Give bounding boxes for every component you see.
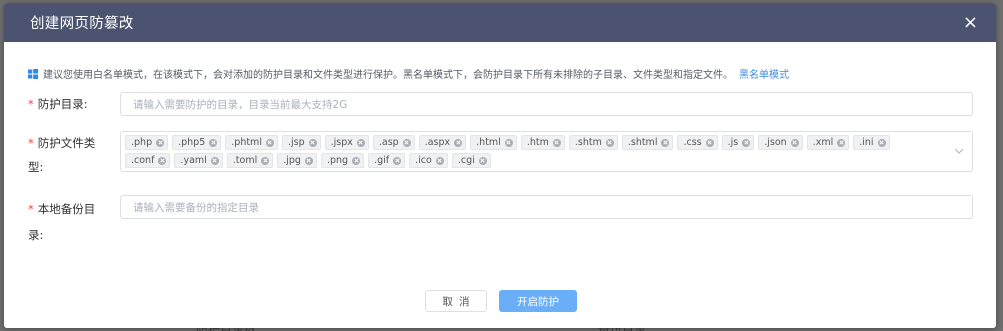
remove-tag-icon[interactable]: [265, 138, 274, 147]
mode-notice: 建议您使用白名单模式，在该模式下，会对添加的防护目录和文件类型进行保护。黑名单模…: [28, 66, 789, 81]
file-type-tag-label: .html: [476, 137, 501, 148]
file-type-tag: .php5: [172, 135, 222, 150]
remove-tag-icon[interactable]: [552, 138, 561, 147]
remove-tag-icon[interactable]: [209, 138, 218, 147]
file-type-tag: .cgi: [451, 153, 491, 168]
file-type-tag-label: .asp: [378, 137, 399, 148]
remove-tag-icon[interactable]: [393, 156, 402, 165]
file-type-tag-label: .toml: [232, 155, 258, 166]
file-type-tag: .aspx: [418, 135, 467, 150]
file-type-tag-label: .jsp: [287, 137, 305, 148]
file-type-tag: .jspx: [324, 135, 369, 150]
file-type-tag: .css: [677, 135, 718, 150]
chevron-down-icon[interactable]: [954, 146, 964, 156]
file-type-tag-label: .conf: [131, 155, 155, 166]
remove-tag-icon[interactable]: [210, 156, 219, 165]
file-type-tag-label: .png: [326, 155, 349, 166]
file-type-tag: .ini: [853, 135, 890, 150]
file-type-tag: .js: [721, 135, 755, 150]
file-type-tag: .yaml: [174, 153, 223, 168]
file-types-label: * 防护文件类 型:: [28, 131, 108, 179]
file-type-tag: .php: [125, 135, 169, 150]
file-type-tag: .gif: [368, 153, 406, 168]
remove-tag-icon[interactable]: [402, 138, 411, 147]
cancel-button[interactable]: 取消: [425, 290, 487, 312]
file-type-tag: .json: [758, 135, 803, 150]
file-type-tag: .shtm: [568, 135, 618, 150]
file-type-tag-label: .htm: [526, 137, 549, 148]
remove-tag-icon[interactable]: [790, 138, 799, 147]
file-type-tag: .phtml: [225, 135, 278, 150]
backup-dir-label-text-2: 录:: [28, 228, 44, 242]
file-type-tag: .ico: [409, 153, 448, 168]
file-type-tag-label: .yaml: [180, 155, 207, 166]
file-type-tag-label: .ico: [415, 155, 432, 166]
remove-tag-icon[interactable]: [352, 156, 361, 165]
file-type-tag-label: .shtml: [627, 137, 658, 148]
remove-tag-icon[interactable]: [478, 156, 487, 165]
close-icon[interactable]: ×: [959, 12, 982, 34]
file-type-tag-label: .php5: [178, 137, 206, 148]
remove-tag-icon[interactable]: [435, 156, 444, 165]
blacklist-mode-link[interactable]: 黑名单模式: [739, 66, 789, 81]
remove-tag-icon[interactable]: [837, 138, 846, 147]
remove-tag-icon[interactable]: [605, 138, 614, 147]
remove-tag-icon[interactable]: [742, 138, 751, 147]
remove-tag-icon[interactable]: [454, 138, 463, 147]
remove-tag-icon[interactable]: [304, 156, 313, 165]
required-mark: *: [28, 97, 34, 111]
file-type-tag: .jsp: [281, 135, 321, 150]
file-type-tag-label: .phtml: [231, 137, 262, 148]
dialog-title: 创建网页防篡改: [30, 16, 134, 32]
file-type-tag: .htm: [520, 135, 565, 150]
file-type-tag: .toml: [226, 153, 274, 168]
notice-text: 建议您使用白名单模式，在该模式下，会对添加的防护目录和文件类型进行保护。黑名单模…: [43, 70, 733, 81]
windows-icon: [28, 68, 38, 79]
remove-tag-icon[interactable]: [308, 138, 317, 147]
file-type-tag-label: .aspx: [424, 137, 451, 148]
remove-tag-icon[interactable]: [156, 138, 165, 147]
backup-dir-input[interactable]: 请输入需要备份的指定目录: [120, 195, 973, 219]
create-tamper-protection-dialog: 创建网页防篡改 × 建议您使用白名单模式，在该模式下，会对添加的防护目录和文件类…: [4, 3, 996, 328]
protect-dir-label-text: 防护目录:: [37, 97, 88, 111]
remove-tag-icon[interactable]: [158, 156, 167, 165]
remove-tag-icon[interactable]: [356, 138, 365, 147]
remove-tag-icon[interactable]: [661, 138, 670, 147]
enable-protection-button[interactable]: 开启防护: [499, 290, 577, 312]
file-type-tag: .conf: [125, 153, 171, 168]
file-types-label-text-2: 型:: [28, 160, 44, 174]
required-mark: *: [28, 202, 34, 216]
file-type-tag-label: .json: [764, 137, 787, 148]
file-type-tag: .jpg: [277, 153, 317, 168]
backup-dir-label: * 本地备份目 录:: [28, 196, 108, 248]
required-mark: *: [28, 136, 34, 150]
file-type-tag-label: .php: [131, 137, 153, 148]
remove-tag-icon[interactable]: [261, 156, 270, 165]
file-type-tag: .xml: [806, 135, 850, 150]
file-types-select[interactable]: .php .php5 .phtml .jsp .jspx .asp .aspx .html .h…: [120, 131, 973, 172]
file-type-tag: .html: [470, 135, 517, 150]
remove-tag-icon[interactable]: [705, 138, 714, 147]
file-type-tag-label: .gif: [374, 155, 390, 166]
file-type-tag-label: .shtm: [574, 137, 602, 148]
file-type-tag-label: .jspx: [330, 137, 353, 148]
file-type-tag: .asp: [372, 135, 415, 150]
file-type-tag: .png: [320, 153, 365, 168]
remove-tag-icon[interactable]: [504, 138, 513, 147]
file-type-tag-label: .jpg: [283, 155, 301, 166]
file-type-tag-label: .ini: [859, 137, 874, 148]
file-type-tag-label: .cgi: [457, 155, 475, 166]
file-type-tag-label: .xml: [812, 137, 834, 148]
file-type-tag-label: .js: [727, 137, 739, 148]
file-type-tag-label: .css: [683, 137, 702, 148]
dialog-header: 创建网页防篡改 ×: [4, 3, 996, 42]
remove-tag-icon[interactable]: [877, 138, 886, 147]
file-type-tag: .shtml: [621, 135, 674, 150]
protect-dir-label: * 防护目录:: [28, 91, 108, 117]
protect-dir-input[interactable]: 请输入需要防护的目录，目录当前最大支持2G: [120, 92, 973, 116]
file-types-label-text: 防护文件类: [37, 136, 96, 150]
backup-dir-label-text: 本地备份目: [37, 202, 96, 216]
